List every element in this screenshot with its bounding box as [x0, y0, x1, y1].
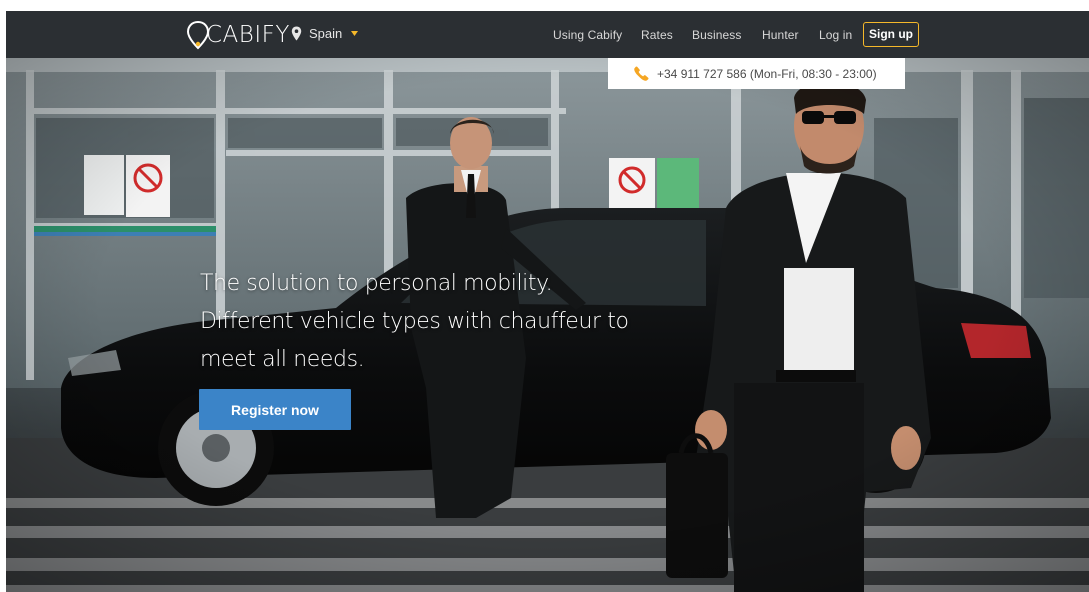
hero-banner: +34 911 727 586 (Mon-Fri, 08:30 - 23:00)…: [6, 58, 1089, 592]
nav-business[interactable]: Business: [692, 28, 742, 42]
nav-log-in[interactable]: Log in: [819, 28, 852, 42]
tagline-line: The solution to personal mobility.: [200, 271, 553, 296]
tagline-line: Different vehicle types with chauffeur t…: [200, 309, 629, 334]
city-selector[interactable]: Spain: [291, 26, 359, 41]
nav-using-cabify[interactable]: Using Cabify: [553, 28, 622, 42]
nav-rates[interactable]: Rates: [641, 28, 673, 42]
location-pin-icon: [291, 26, 302, 41]
phone-icon: [634, 66, 649, 81]
top-navigation-bar: CABIFY Spain Using Cabify Rates Business…: [6, 11, 1089, 58]
caret-down-icon: [351, 31, 359, 36]
nav-hunter[interactable]: Hunter: [762, 28, 799, 42]
tagline-line: meet all needs.: [200, 347, 365, 372]
brand-name: CABIFY: [206, 22, 290, 48]
city-label: Spain: [309, 26, 343, 41]
hero-tagline: The solution to personal mobility. Diffe…: [200, 265, 630, 379]
sign-up-button[interactable]: Sign up: [863, 22, 919, 47]
phone-contact-box: +34 911 727 586 (Mon-Fri, 08:30 - 23:00): [608, 58, 905, 89]
cabify-logo[interactable]: CABIFY: [186, 20, 290, 50]
phone-number-text: +34 911 727 586 (Mon-Fri, 08:30 - 23:00): [657, 66, 877, 81]
register-now-button[interactable]: Register now: [199, 389, 351, 430]
